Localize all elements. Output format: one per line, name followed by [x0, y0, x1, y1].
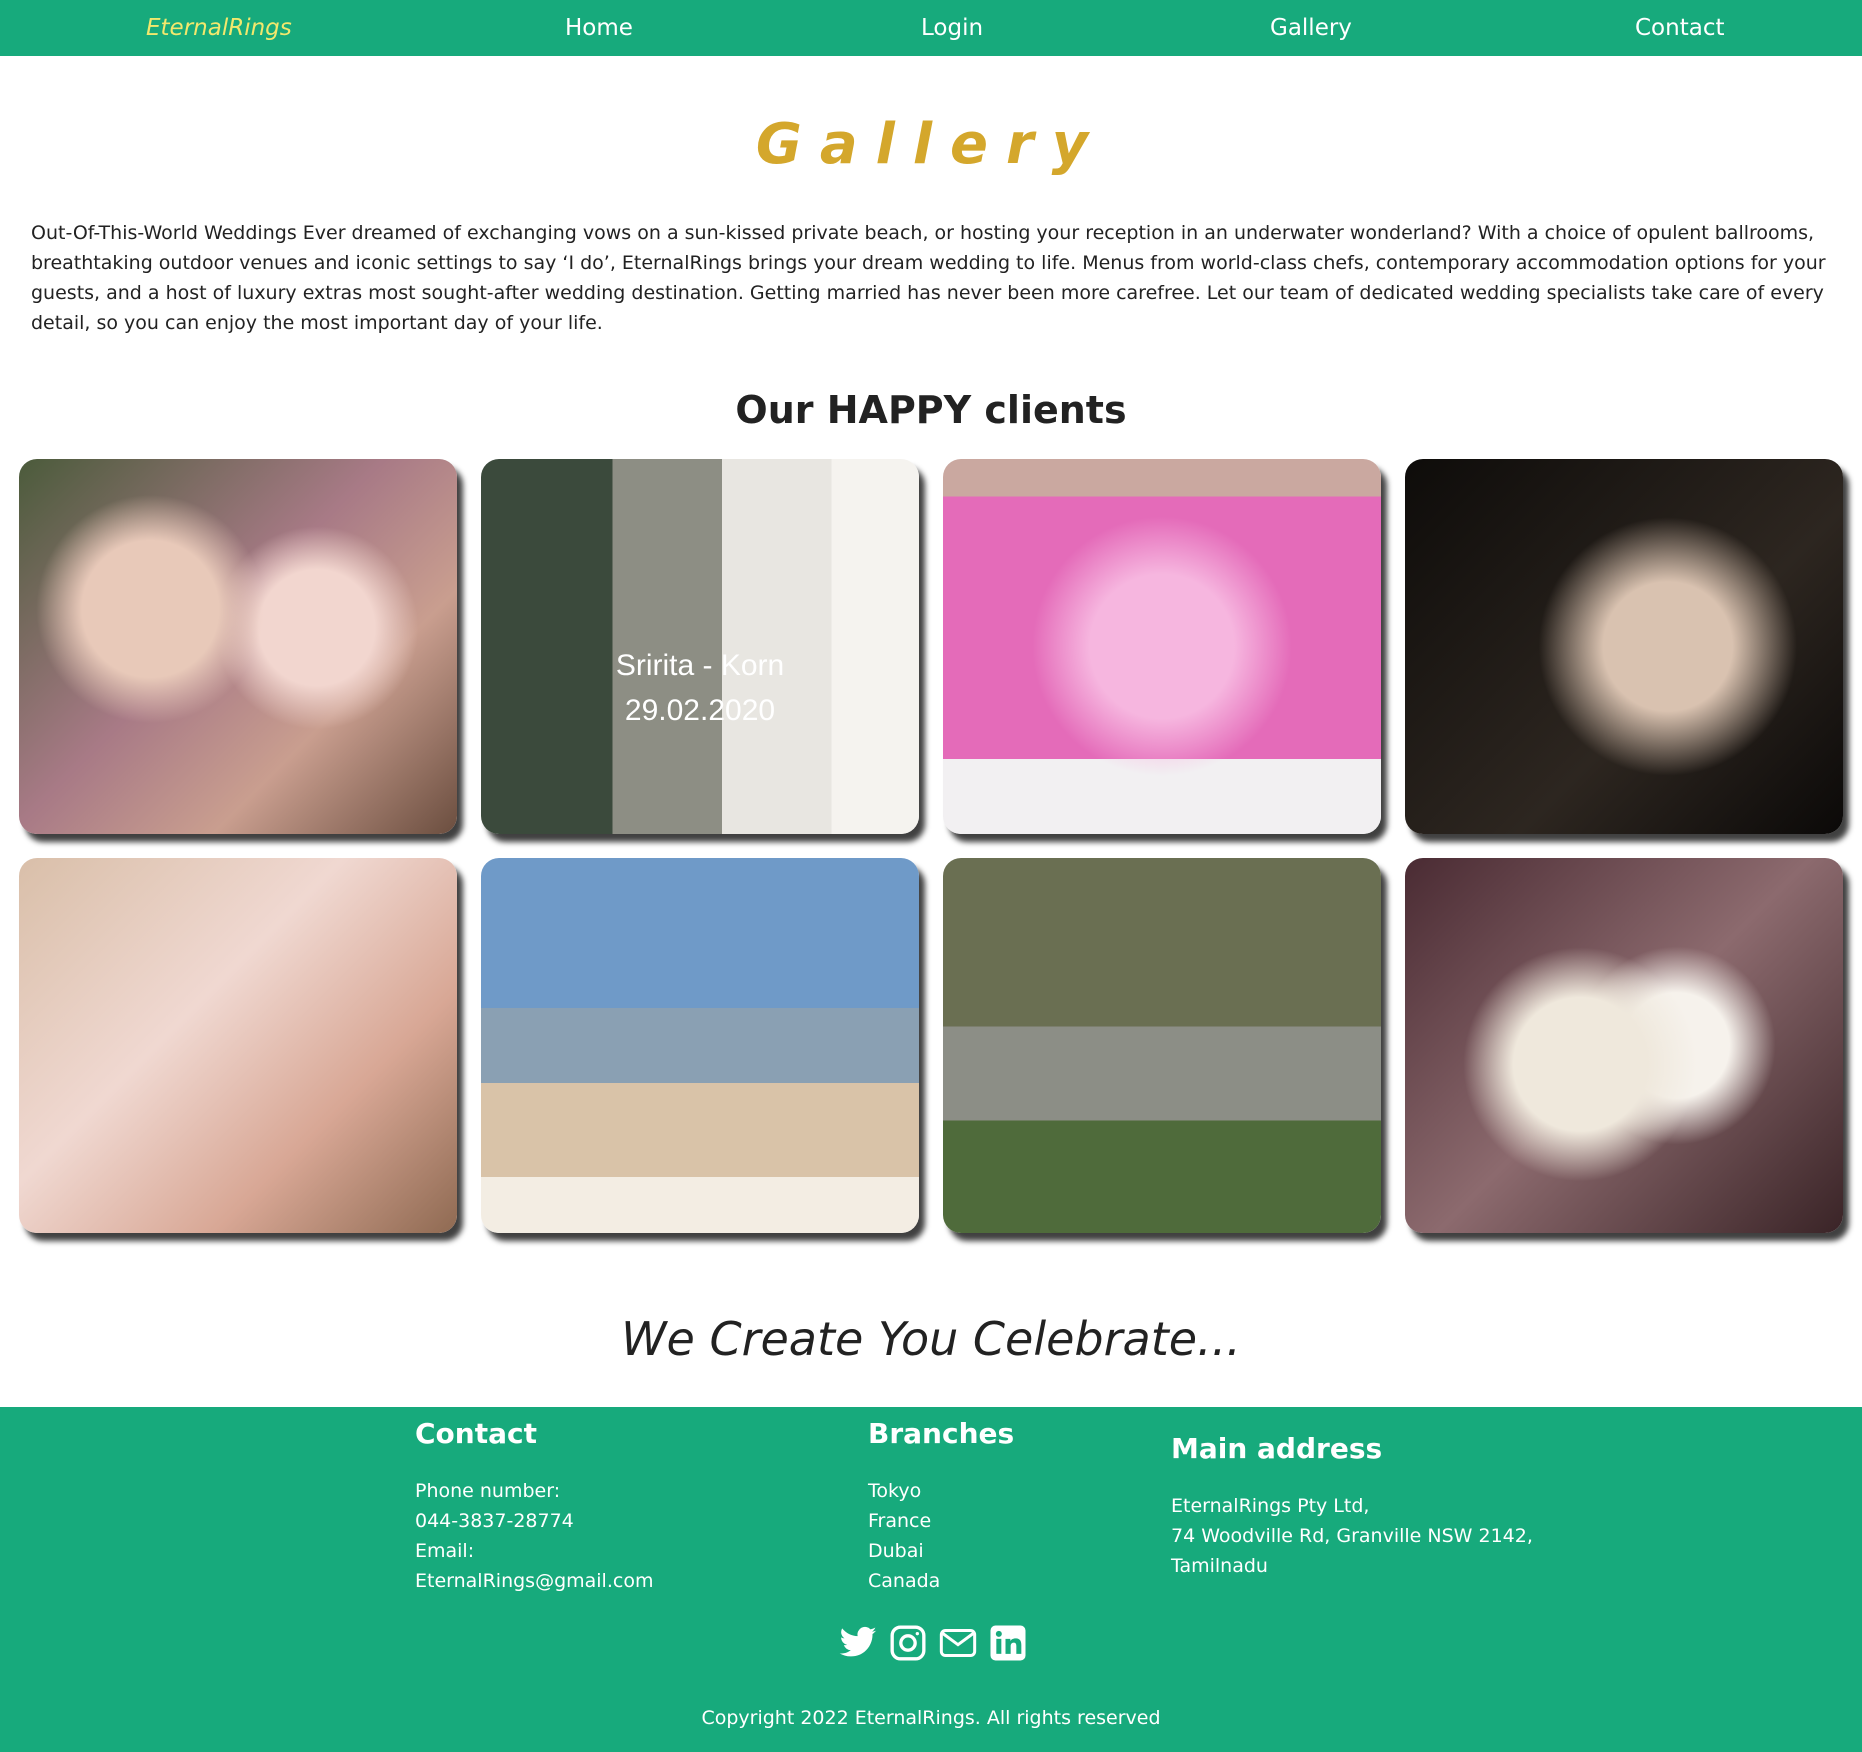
instagram-icon[interactable]	[888, 1623, 928, 1663]
nav-login[interactable]: Login	[921, 0, 983, 56]
footer-line: Phone number:	[415, 1480, 561, 1502]
clients-heading: Our HAPPY clients	[735, 388, 1127, 432]
twitter-icon[interactable]	[838, 1623, 878, 1663]
client-photo	[1405, 858, 1843, 1233]
social-links	[838, 1623, 1028, 1663]
client-photo	[943, 858, 1381, 1233]
footer-heading: Contact	[415, 1417, 537, 1450]
client-photo	[481, 858, 919, 1233]
footer-branches: Branches Tokyo France Dubai Canada	[868, 1417, 1014, 1596]
branch-item: France	[868, 1510, 932, 1532]
footer-heading: Main address	[1171, 1432, 1383, 1465]
nav-gallery[interactable]: Gallery	[1270, 0, 1352, 56]
client-photo: Sririta - Korn 29.02.2020	[481, 459, 919, 834]
footer-line: Email:	[415, 1540, 475, 1562]
footer-contact: Contact Phone number: 044-3837-28774 Ema…	[415, 1417, 653, 1596]
nav-contact[interactable]: Contact	[1635, 0, 1724, 56]
footer-heading: Branches	[868, 1417, 1015, 1450]
branch-item: Canada	[868, 1570, 941, 1592]
client-photo	[19, 459, 457, 834]
client-photo	[1405, 459, 1843, 834]
page-title: Gallery	[755, 112, 1107, 177]
client-photo	[19, 858, 457, 1233]
tagline: We Create You Celebrate...	[621, 1312, 1241, 1366]
photo-caption: Sririta - Korn	[615, 649, 785, 682]
mail-icon[interactable]	[938, 1623, 978, 1663]
photo-grid: Sririta - Korn 29.02.2020	[19, 459, 1845, 1233]
top-navbar: EternalRings Home Login Gallery Contact	[0, 0, 1862, 56]
phone-number: 044-3837-28774	[415, 1510, 574, 1532]
address-line: Tamilnadu	[1171, 1555, 1268, 1577]
footer-address: Main address EternalRings Pty Ltd, 74 Wo…	[1171, 1432, 1533, 1581]
address-line: 74 Woodville Rd, Granville NSW 2142,	[1171, 1525, 1533, 1547]
linkedin-icon[interactable]	[988, 1623, 1028, 1663]
brand-link[interactable]: EternalRings	[146, 0, 292, 56]
branch-item: Tokyo	[868, 1480, 922, 1502]
address-line: EternalRings Pty Ltd,	[1171, 1495, 1370, 1517]
footer: Contact Phone number: 044-3837-28774 Ema…	[0, 1407, 1862, 1752]
nav-home[interactable]: Home	[565, 0, 633, 56]
email-address: EternalRings@gmail.com	[415, 1570, 654, 1592]
photo-caption: 29.02.2020	[624, 694, 776, 727]
copyright: Copyright 2022 EternalRings. All rights …	[701, 1707, 1161, 1729]
intro-paragraph: Out-Of-This-World Weddings Ever dreamed …	[31, 222, 1826, 334]
client-photo	[943, 459, 1381, 834]
branch-item: Dubai	[868, 1540, 924, 1562]
